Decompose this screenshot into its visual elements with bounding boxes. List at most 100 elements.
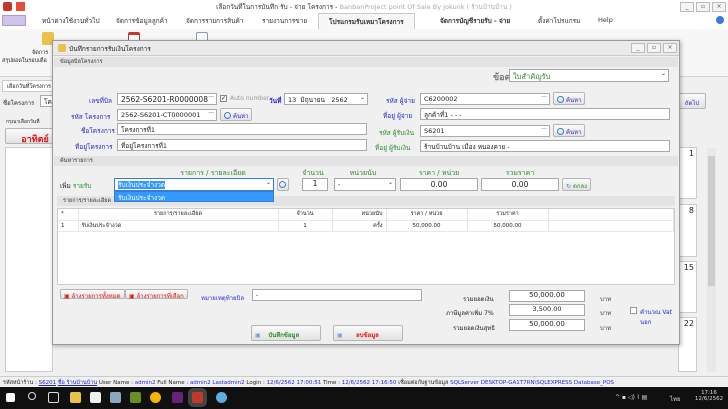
delete-label: ลบข้อมูล (356, 332, 379, 339)
clear-all-label: ล้างรายการทั้งหมด (71, 293, 121, 300)
dialog-maximize[interactable]: ▫ (647, 43, 661, 53)
vat-value: 3,500.00 (509, 304, 585, 316)
language-indicator[interactable]: ไทย (670, 394, 681, 404)
branch-label: รหัสหน้าร้าน : (3, 380, 37, 386)
system-tray-icons[interactable]: ^ ▪ ◁) ⌇ ▤ (615, 394, 647, 401)
date-day: 13 (288, 96, 297, 104)
dialog-minimize[interactable]: _ (631, 43, 645, 53)
vat-label: ภาษีมูลค่าเพิ่ม 7% (446, 310, 494, 317)
ok-button[interactable]: ↻ ตกลง (562, 178, 592, 191)
calendar-area-left (5, 147, 53, 372)
receiver-code-value: S6201 (424, 127, 445, 135)
chevron-down-icon: ⌄ (359, 94, 365, 101)
calendar-day-15[interactable]: 15 (678, 261, 697, 313)
search-receiver-button[interactable]: ค้นหา (553, 124, 586, 137)
visual-studio-icon[interactable] (172, 392, 183, 403)
unit-select[interactable]: - ⌄ (334, 178, 396, 191)
calendar-day-8[interactable]: 8 (678, 204, 697, 257)
vat-outside-checkbox[interactable] (630, 307, 637, 314)
ellipsis-button[interactable]: ··· (208, 110, 214, 117)
receiver-code-input[interactable]: S6201 ··· (420, 125, 550, 137)
grid-header: ราคา / หน่วย (386, 209, 468, 221)
app-icon[interactable] (110, 392, 121, 403)
search-icon[interactable] (28, 392, 36, 400)
search-label: ค้นหา (566, 97, 582, 104)
project-code-input[interactable]: 2562-S6201-CT0000001 ··· (117, 109, 217, 121)
branch-code-link[interactable]: S6201 (39, 380, 57, 386)
receiver-code-label: รหัส ผู้รับเงิน (379, 129, 415, 137)
delete-button[interactable]: ▣ ลบข้อมูล (333, 325, 403, 341)
paint-icon[interactable] (216, 392, 227, 403)
next-button[interactable]: ถัดไป (678, 93, 706, 109)
add-text: เพิ่ม (60, 182, 71, 190)
receiver-addr-input[interactable]: ร้านบ้านบ้าน เมือง หนองคาย - (420, 140, 670, 152)
calendar-scrollbar[interactable] (707, 148, 716, 372)
payer-addr-input[interactable]: ลูกค้าที่1 - - - (420, 108, 670, 120)
login-label: Login : (246, 380, 265, 386)
chevron-down-icon[interactable]: ⌄ (266, 179, 271, 186)
cell-total: 50,000.00 (467, 220, 549, 232)
clock-date: 12/6/2562 (694, 396, 724, 402)
dropdown-option[interactable]: รับเงินประจำงวด (118, 194, 165, 201)
dialog-close[interactable]: × (663, 43, 677, 53)
user-value: admin2 (134, 380, 156, 386)
bg-project-name-label: ชื่อโครงการ (3, 100, 35, 107)
branch-name-link[interactable]: ชื่อ ร้านบ้านบ้าน (58, 380, 97, 386)
task-view-icon[interactable] (48, 392, 59, 403)
minimize-button[interactable]: _ (680, 2, 694, 12)
tab-general[interactable]: หน้าต่างใช้งานทั่วไป (42, 16, 100, 26)
tab-settings[interactable]: ตั้งค่าโปรแกรม (538, 16, 580, 26)
item-search-button[interactable] (277, 178, 289, 191)
maximize-button[interactable]: ▫ (696, 2, 710, 12)
save-button[interactable]: ▣ บันทึกข้อมูล (251, 325, 321, 341)
windows-start-icon[interactable] (6, 393, 15, 402)
close-button[interactable]: × (712, 2, 726, 12)
ellipsis-button[interactable]: ··· (541, 126, 547, 133)
qty-input[interactable]: 1 (302, 178, 328, 191)
calendar-day-1[interactable]: 1 (678, 147, 697, 199)
tab-products[interactable]: จัดการรายการสินค้า (186, 16, 244, 26)
store-icon[interactable] (90, 392, 101, 403)
sum-unit: บาท (600, 296, 612, 303)
price-input[interactable]: 0.00 (400, 178, 478, 191)
tab-sales-report[interactable]: รายงานการขาย (262, 16, 307, 26)
tab-help[interactable]: Help (598, 16, 613, 24)
ribbon-tabs: หน้าต่างใช้งานทั่วไป จัดการข้อมูลลูกค้า … (0, 13, 728, 30)
tab-customers[interactable]: จัดการข้อมูลลูกค้า (116, 16, 168, 26)
date-picker[interactable]: 13 มิถุนายน 2562 ⌄ (284, 93, 368, 105)
tab-accounts[interactable]: จัดการบัญชีรายรับ - จ่าย (440, 16, 510, 26)
file-explorer-icon[interactable] (70, 392, 81, 403)
header-msg-select[interactable]: ใบสำคัญรับ ⌄ (509, 69, 669, 82)
search-payer-button[interactable]: ค้นหา (553, 92, 586, 105)
chrome-icon[interactable] (150, 392, 161, 403)
grid-header: * (58, 209, 79, 221)
search-project-button[interactable]: ค้นหา (220, 108, 253, 121)
info-icon[interactable] (716, 16, 724, 24)
item-dropdown-list[interactable]: รับเงินประจำงวด (114, 191, 274, 202)
tab-project[interactable]: โปรแกรมรับเหมาโครงการ (318, 13, 415, 30)
grid-header: หน่วยนับ (332, 209, 387, 221)
project-addr-input[interactable]: ที่อยู่โครงการที่1 (117, 139, 367, 151)
clock[interactable]: 17:16 12/6/2562 (694, 390, 724, 402)
remark-input[interactable]: - (252, 289, 422, 301)
tab-select-date[interactable]: เลือกวันที่โครงการ (2, 80, 57, 92)
bill-no-input[interactable]: 2562-S6201-R0000008 ··· (117, 93, 217, 105)
item-combobox[interactable]: รับเงินประจำงวด ⌄ (114, 178, 274, 191)
ellipsis-button[interactable]: ··· (541, 94, 547, 101)
payer-code-input[interactable]: C6200002 ··· (420, 93, 550, 105)
tools-icon[interactable] (130, 392, 141, 403)
calendar-day-22[interactable]: 22 (678, 317, 697, 372)
pos-app-icon[interactable] (192, 392, 203, 403)
total-input[interactable]: 0.00 (481, 178, 559, 191)
auto-number-checkbox[interactable]: ✓ (220, 95, 227, 102)
app-menu-button[interactable] (2, 15, 26, 26)
clear-selected-button[interactable]: ▣ ล้างรายการที่เลือก (125, 289, 188, 300)
project-name-input[interactable]: โครงการที่1 (117, 123, 367, 135)
sum-label: รวมยอดเงิน (463, 296, 494, 303)
table-row[interactable]: 1 รับเงินประจำงวด 1 ครั้ง 50,000.00 50,0… (58, 220, 674, 232)
ellipsis-button[interactable]: ··· (208, 94, 214, 101)
remark-label: หมายเหตุท้ายบิล (201, 295, 245, 302)
clear-all-button[interactable]: ▣ ล้างรายการทั้งหมด (60, 289, 125, 300)
search-icon (279, 181, 286, 188)
vat-unit: บาท (600, 310, 612, 317)
